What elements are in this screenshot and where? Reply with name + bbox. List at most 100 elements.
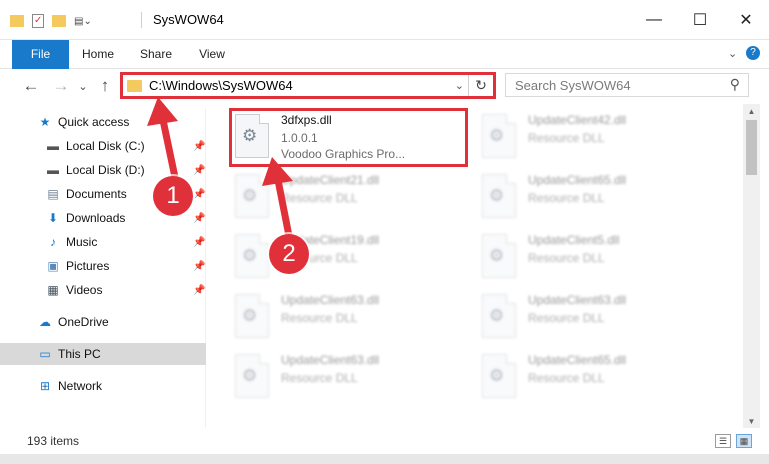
scroll-up-icon[interactable]: ▲ [743, 104, 760, 118]
scrollbar-thumb[interactable] [746, 120, 757, 175]
forward-button[interactable]: → [50, 75, 72, 97]
sidebar-item-quick-access[interactable]: ★ Quick access [0, 111, 206, 133]
sidebar-item-label: Videos [66, 283, 103, 297]
gear-icon: ⚙ [242, 246, 258, 265]
file-name: UpdateClient65.dll [528, 353, 627, 367]
new-folder-icon[interactable] [52, 15, 66, 27]
drive-icon: ▬ [47, 139, 59, 153]
address-dropdown-icon[interactable]: ⌄ [455, 79, 464, 92]
sidebar-item-label: OneDrive [58, 315, 109, 329]
sidebar-item-this-pc[interactable]: ▭ This PC [0, 343, 206, 365]
properties-icon[interactable]: ✓ [32, 14, 44, 28]
sidebar-item-label: Music [66, 235, 98, 249]
file-item[interactable]: ⚙ UpdateClient21.dll Resource DLL [235, 170, 470, 225]
pin-icon: 📌 [193, 260, 206, 272]
file-name: UpdateClient5.dll [528, 233, 620, 247]
download-icon: ⬇ [47, 211, 59, 225]
tab-view[interactable]: View [194, 40, 230, 69]
file-description: Resource DLL [281, 191, 358, 205]
ribbon-tabs: File Home Share View ⌄ ? [0, 40, 769, 95]
file-description: Resource DLL [528, 251, 605, 265]
sidebar-item-label: Downloads [66, 211, 126, 225]
file-name: UpdateClient42.dll [528, 113, 627, 127]
status-bar: 193 items ☰ ▦ [0, 429, 769, 454]
gear-icon: ⚙ [242, 366, 258, 385]
sidebar-item-label: Pictures [66, 259, 110, 273]
sidebar-item-label: This PC [58, 347, 101, 361]
file-item[interactable]: ⚙ UpdateClient65.dll Resource DLL [482, 350, 717, 405]
maximize-button[interactable]: ☐ [677, 0, 723, 40]
gear-icon: ⚙ [242, 306, 258, 325]
pin-icon: 📌 [193, 284, 206, 296]
sidebar-item-pictures[interactable]: ▣ Pictures 📌 [0, 255, 206, 277]
tiles-view-icon[interactable]: ▦ [736, 434, 752, 448]
file-name: UpdateClient65.dll [528, 173, 627, 187]
sidebar-item-onedrive[interactable]: ☁ OneDrive [0, 311, 206, 333]
back-button[interactable]: ← [20, 75, 42, 97]
tab-home[interactable]: Home [78, 40, 118, 69]
item-count: 193 items [27, 434, 80, 448]
file-name: UpdateClient63.dll [281, 293, 380, 307]
up-button[interactable]: ↑ [94, 75, 116, 97]
search-input[interactable]: Search SysWOW64 ⚲ [505, 73, 749, 97]
scroll-down-icon[interactable]: ▼ [743, 414, 760, 428]
selected-file-highlight [229, 108, 468, 167]
drive-icon: ▬ [47, 163, 59, 177]
file-description: Resource DLL [528, 371, 605, 385]
videos-icon: ▦ [47, 283, 59, 297]
search-placeholder: Search SysWOW64 [515, 78, 631, 93]
file-description: Resource DLL [281, 371, 358, 385]
sidebar-item-label: Quick access [58, 115, 130, 129]
folder-icon[interactable] [10, 15, 24, 27]
pin-icon: 📌 [193, 236, 206, 248]
folder-icon [127, 80, 142, 92]
file-item[interactable]: ⚙ UpdateClient5.dll Resource DLL [482, 230, 717, 285]
sidebar-item-label: Local Disk (D:) [66, 163, 145, 177]
expand-ribbon-icon[interactable]: ⌄ [728, 47, 737, 60]
sidebar-item-local-disk-c[interactable]: ▬ Local Disk (C:) 📌 [0, 135, 206, 157]
sidebar-item-videos[interactable]: ▦ Videos 📌 [0, 279, 206, 301]
close-button[interactable]: ✕ [723, 0, 769, 40]
sidebar-item-network[interactable]: ⊞ Network [0, 375, 206, 397]
documents-icon: ▤ [47, 187, 59, 201]
pin-icon: 📌 [193, 140, 206, 152]
address-bar[interactable]: C:\Windows\SysWOW64 ⌄ ↻ [120, 72, 496, 99]
details-view-icon[interactable]: ☰ [715, 434, 731, 448]
music-icon: ♪ [50, 235, 56, 249]
pictures-icon: ▣ [47, 259, 59, 273]
file-item[interactable]: ⚙ UpdateClient42.dll Resource DLL [482, 110, 717, 165]
file-description: Resource DLL [281, 311, 358, 325]
file-item[interactable]: ⚙ UpdateClient63.dll Resource DLL [235, 350, 470, 405]
navigation-bar: ← → ⌄ ↑ C:\Windows\SysWOW64 ⌄ ↻ Search S… [0, 69, 769, 103]
vertical-scrollbar[interactable]: ▲ ▼ [743, 104, 760, 428]
gear-icon: ⚙ [242, 186, 258, 205]
file-description: Resource DLL [528, 131, 605, 145]
recent-locations-button[interactable]: ⌄ [72, 75, 94, 97]
address-path[interactable]: C:\Windows\SysWOW64 [149, 78, 293, 93]
pin-icon: 📌 [193, 164, 206, 176]
tab-share[interactable]: Share [136, 40, 176, 69]
quick-access-toolbar: ✓ ▤⌄ [10, 12, 92, 30]
file-name: UpdateClient21.dll [281, 173, 380, 187]
file-description: Resource DLL [528, 191, 605, 205]
gear-icon: ⚙ [489, 306, 505, 325]
pin-icon: 📌 [193, 188, 206, 200]
gear-icon: ⚙ [489, 366, 505, 385]
gear-icon: ⚙ [489, 246, 505, 265]
customize-toolbar-icon[interactable]: ▤⌄ [74, 16, 92, 27]
search-icon[interactable]: ⚲ [730, 76, 740, 93]
refresh-button[interactable]: ↻ [468, 75, 493, 96]
callout-badge-1: 1 [153, 176, 193, 216]
file-description: Resource DLL [528, 311, 605, 325]
title-bar: ✓ ▤⌄ SysWOW64 — ☐ ✕ [0, 0, 769, 40]
window-bottom-edge [0, 454, 769, 464]
file-name: UpdateClient63.dll [528, 293, 627, 307]
sidebar-item-music[interactable]: ♪ Music 📌 [0, 231, 206, 253]
title-separator [141, 12, 142, 28]
file-item[interactable]: ⚙ UpdateClient63.dll Resource DLL [235, 290, 470, 345]
pin-icon: 📌 [193, 212, 206, 224]
file-item[interactable]: ⚙ UpdateClient63.dll Resource DLL [482, 290, 717, 345]
help-icon[interactable]: ? [746, 46, 760, 60]
file-item[interactable]: ⚙ UpdateClient65.dll Resource DLL [482, 170, 717, 225]
minimize-button[interactable]: — [631, 0, 677, 40]
